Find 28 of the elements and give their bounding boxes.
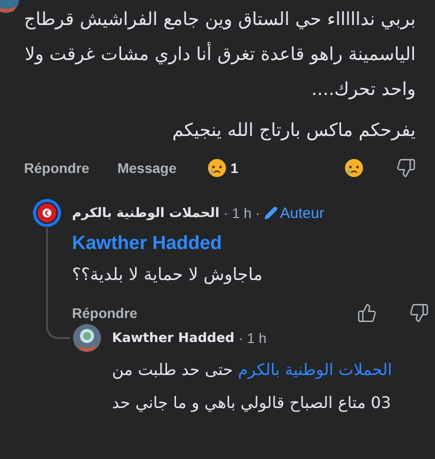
react-button[interactable] <box>344 158 364 178</box>
thumbs-down-icon <box>396 158 416 178</box>
thumbs-down-icon <box>409 303 429 323</box>
comment-text: ماجاوش لا حماية لا بلدية؟؟ <box>72 264 262 287</box>
comment-text: الياسمينة راهو قاعدة تغرق أنا داري مشات غرقت ولا <box>24 41 416 67</box>
dislike-button[interactable] <box>396 158 416 178</box>
pencil-icon <box>264 206 278 220</box>
avatar[interactable] <box>32 198 62 228</box>
author-name[interactable]: Kawther Hadded <box>112 330 234 346</box>
author-label: Auteur <box>264 204 324 222</box>
comment-text: واحد تحرك.... <box>311 78 416 102</box>
reply-button[interactable]: Répondre <box>24 160 90 176</box>
message-button[interactable]: Message <box>117 160 176 176</box>
reaction-count[interactable]: 1 <box>230 160 238 176</box>
reply-button[interactable]: Répondre <box>72 305 138 321</box>
sad-emoji-icon[interactable] <box>206 158 226 178</box>
like-button[interactable] <box>357 303 377 323</box>
comment-text: بربي نداااااء حي الستاق وين جامع الفراشيش قرطاج <box>24 8 416 32</box>
thumbs-up-icon <box>357 303 377 323</box>
dislike-button[interactable] <box>409 303 429 323</box>
comment-text: يفرحكم ماكس بارتاج الله ينجيكم <box>172 119 416 143</box>
timestamp: · 1 h · <box>223 205 260 221</box>
author-name[interactable]: الحملات الوطنية بالكرم <box>72 206 220 220</box>
comment-text: الحملات الوطنية بالكرم حتى حد طلبت من <box>112 359 392 381</box>
comment-text: Kawther Hadded <box>72 232 222 256</box>
timestamp: · 1 h <box>238 330 266 346</box>
avatar[interactable] <box>72 323 102 353</box>
comment-text: 03 متاع الصباح قالولي باهي و ما جاني حد <box>112 392 392 414</box>
